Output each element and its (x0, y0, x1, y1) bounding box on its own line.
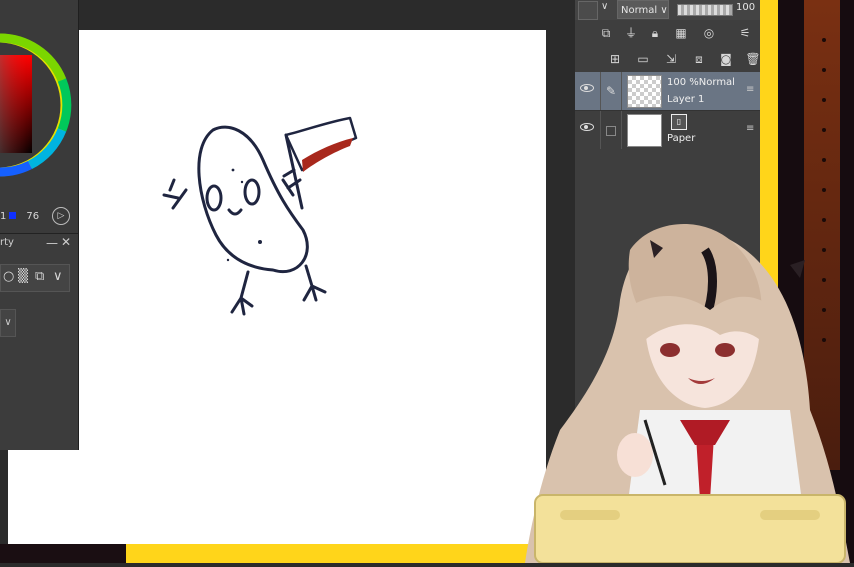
layer-thumbnail (627, 75, 662, 108)
layer-topbar: ∨ Normal ∨ 100 (575, 0, 760, 20)
drawing-canvas[interactable] (78, 30, 546, 560)
property-panel-title: rty (0, 237, 14, 248)
new-folder-icon[interactable]: ▭ (635, 51, 651, 67)
hamburger-icon[interactable]: ≡ (746, 84, 754, 95)
circle-icon[interactable]: ○ (3, 269, 14, 284)
color-value-2: 76 (26, 211, 40, 222)
empty-pen-slot[interactable] (600, 111, 622, 149)
stream-frame-bottom-dark (0, 544, 126, 563)
blend-mode-value: Normal (621, 5, 658, 16)
chevron-down-icon[interactable]: ∨ (53, 269, 63, 284)
lock-icon[interactable]: 🔒︎ (647, 25, 663, 41)
color-settings-icon[interactable]: ▷ (52, 207, 70, 225)
property-dropdown[interactable]: ∨ (0, 309, 16, 337)
layer-row-paper[interactable]: ▯ Paper ≡ (575, 110, 760, 149)
layer-opacity-blend: 100 %Normal (667, 77, 735, 88)
blend-mode-select[interactable]: Normal ∨ (617, 0, 669, 19)
reference-layer-icon[interactable]: ◎ (701, 25, 717, 41)
tool-property-panel: rty — ✕ ○ ▒ ⧉ ∨ ∨ (0, 233, 79, 450)
tool-options-row: ○ ▒ ⧉ ∨ (0, 264, 70, 292)
vtuber-avatar (520, 210, 854, 564)
color-wheel[interactable] (0, 0, 74, 205)
layer-row-layer-1[interactable]: ✎ 100 %Normal Layer 1 ≡ (575, 72, 760, 110)
layer-mask-icon[interactable]: ◙ (718, 51, 734, 67)
clip-layer-icon[interactable]: ⏚ (623, 25, 639, 41)
new-raster-layer-icon[interactable]: ⊞ (607, 51, 623, 67)
paper-icon: ▯ (671, 114, 687, 130)
pen-icon[interactable]: ✎ (600, 72, 622, 110)
potato-drawing (162, 116, 358, 316)
color-value-1: 1 (0, 211, 7, 222)
copy-layer-icon[interactable]: ⧉ (598, 25, 614, 41)
close-panel-button[interactable]: ✕ (61, 235, 71, 249)
blue-channel-swatch (9, 212, 17, 219)
paper-thumbnail (627, 114, 662, 147)
layer-color-swatch[interactable] (578, 1, 598, 20)
chevron-down-icon[interactable]: ∨ (601, 1, 608, 12)
stream-frame-bottom-yellow (126, 544, 556, 563)
color-wheel-panel: 1 76 ▷ (0, 0, 79, 233)
delete-layer-icon[interactable]: 🗑︎ (745, 51, 761, 67)
transfer-layer-icon[interactable]: ⇲ (663, 51, 679, 67)
pattern-icon[interactable]: ▒ (18, 269, 28, 284)
opacity-slider[interactable] (677, 4, 733, 16)
lock-transparency-icon[interactable]: ▦ (673, 25, 689, 41)
minimize-panel-button[interactable]: — (46, 236, 58, 250)
eye-icon[interactable] (580, 84, 594, 92)
layer-name: Paper (667, 133, 696, 144)
color-value-readout: 1 76 (0, 211, 39, 222)
layers-icon[interactable]: ⧉ (35, 269, 44, 284)
opacity-value: 100 (736, 2, 756, 13)
hamburger-icon[interactable]: ≡ (746, 123, 754, 134)
combine-layer-icon[interactable]: ⧈ (691, 51, 707, 67)
layer-name: Layer 1 (667, 94, 705, 105)
eye-icon[interactable] (580, 123, 594, 131)
draft-layer-icon[interactable]: ⚟ (737, 25, 753, 41)
